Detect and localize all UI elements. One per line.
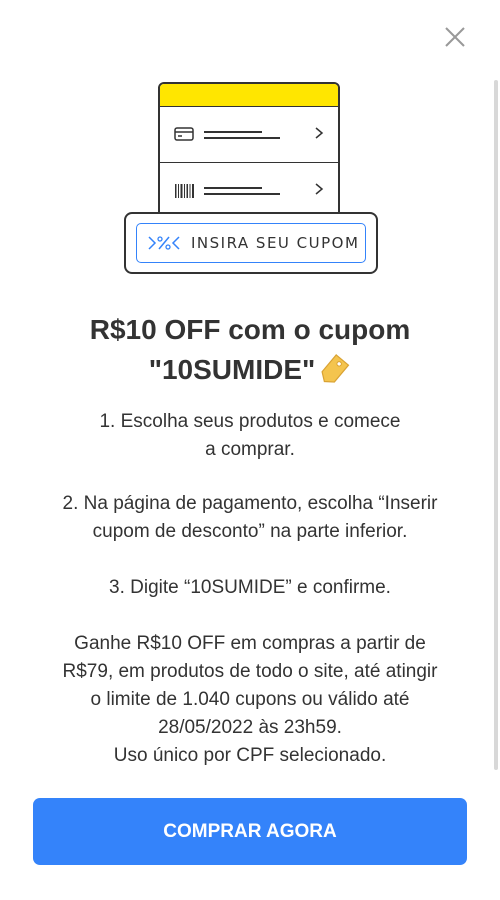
promo-title: R$10 OFF com o cupom "10SUMIDE" [30, 310, 470, 390]
terms-line5: Uso único por CPF selecionado. [113, 745, 387, 766]
checkout-card-illustration [158, 82, 340, 218]
chevron-right-icon [315, 183, 324, 195]
buy-now-button[interactable]: COMPRAR AGORA [33, 798, 467, 865]
step-1: 1. Escolha seus produtos e comece a comp… [26, 408, 474, 464]
step-3-line: 3. Digite “10SUMIDE” e confirme. [109, 577, 391, 598]
step-2-line1: 2. Na página de pagamento, escolha “Inse… [62, 493, 438, 514]
coupon-input-illustration: INSIRA SEU CUPOM [124, 212, 378, 274]
step-1-line1: 1. Escolha seus produtos e comece [99, 411, 401, 432]
step-2: 2. Na página de pagamento, escolha “Inse… [26, 490, 474, 546]
card-header-bar [160, 84, 338, 107]
coupon-field: INSIRA SEU CUPOM [136, 223, 366, 263]
chevron-right-icon [315, 127, 324, 139]
step-3: 3. Digite “10SUMIDE” e confirme. [26, 574, 474, 602]
coupon-percent-icon [148, 236, 180, 250]
close-icon [445, 27, 465, 47]
payment-row-card [160, 107, 338, 162]
terms-line4: 28/05/2022 às 23h59. [158, 717, 342, 738]
promo-title-line2: "10SUMIDE" [148, 354, 316, 385]
terms-line1: Ganhe R$10 OFF em compras a partir de [74, 633, 426, 654]
step-2-line2: cupom de desconto” na parte inferior. [92, 521, 408, 542]
step-1-line2: a comprar. [205, 439, 295, 460]
coupon-label: INSIRA SEU CUPOM [191, 234, 360, 252]
terms-line3: o limite de 1.040 cupons ou válido até [90, 689, 410, 710]
promo-title-line1: R$10 OFF com o cupom [89, 314, 411, 345]
close-button[interactable] [442, 24, 468, 50]
payment-row-barcode [160, 162, 338, 216]
coupon-illustration: INSIRA SEU CUPOM [120, 80, 382, 280]
terms: Ganhe R$10 OFF em compras a partir de R$… [26, 630, 474, 770]
scrollbar[interactable] [494, 80, 498, 770]
credit-card-icon [174, 127, 194, 141]
price-tag-icon [321, 354, 350, 383]
barcode-icon [175, 184, 194, 198]
terms-line2: R$79, em produtos de todo o site, até at… [62, 661, 438, 682]
